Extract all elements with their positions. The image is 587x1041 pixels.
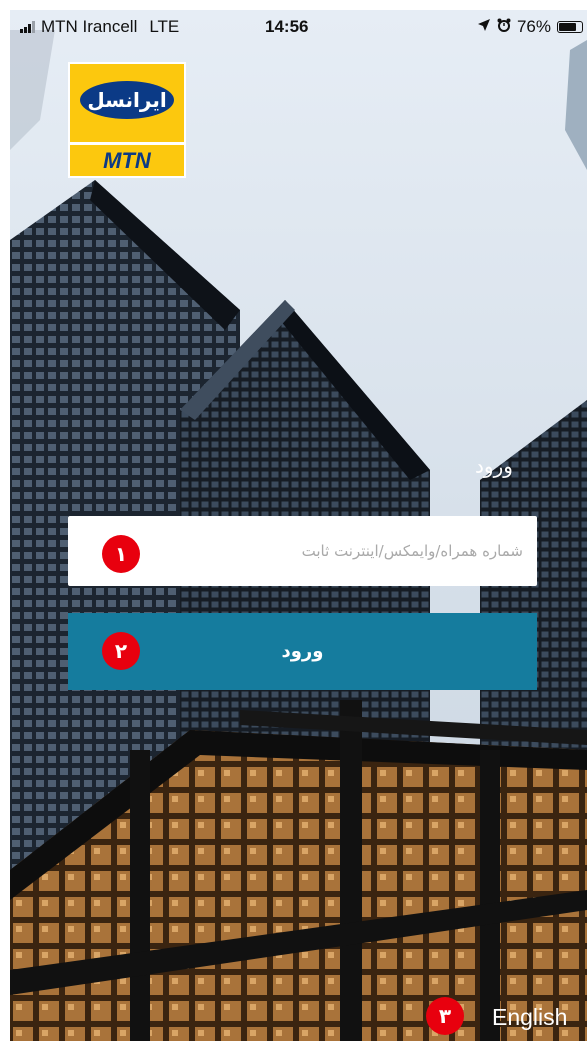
battery-percent: 76% xyxy=(516,17,551,36)
language-english-link[interactable]: English xyxy=(492,1004,567,1031)
annotation-badge-3: ۳ xyxy=(426,997,464,1035)
status-right: 76% xyxy=(477,17,583,37)
status-left: MTN Irancell LTE xyxy=(20,17,179,37)
login-heading: ورود xyxy=(475,454,513,478)
alarm-icon xyxy=(497,17,511,37)
logo-brand-fa: ایرانسل xyxy=(80,81,174,119)
carrier-name: MTN Irancell xyxy=(41,17,138,36)
status-time: 14:56 xyxy=(265,17,309,36)
annotation-badge-1: ۱ xyxy=(102,535,140,573)
signal-icon xyxy=(20,21,35,33)
irancell-logo: ایرانسل MTN xyxy=(68,62,186,178)
network-type: LTE xyxy=(149,17,180,36)
logo-divider xyxy=(70,142,184,145)
annotation-badge-2: ۲ xyxy=(102,632,140,670)
battery-icon xyxy=(557,21,583,33)
logo-brand-en: MTN xyxy=(103,148,151,173)
app-screen: MTN Irancell LTE 14:56 76% ایرانسل MTN و… xyxy=(10,10,587,1041)
status-bar: MTN Irancell LTE 14:56 76% xyxy=(10,10,587,44)
location-arrow-icon xyxy=(477,17,491,37)
